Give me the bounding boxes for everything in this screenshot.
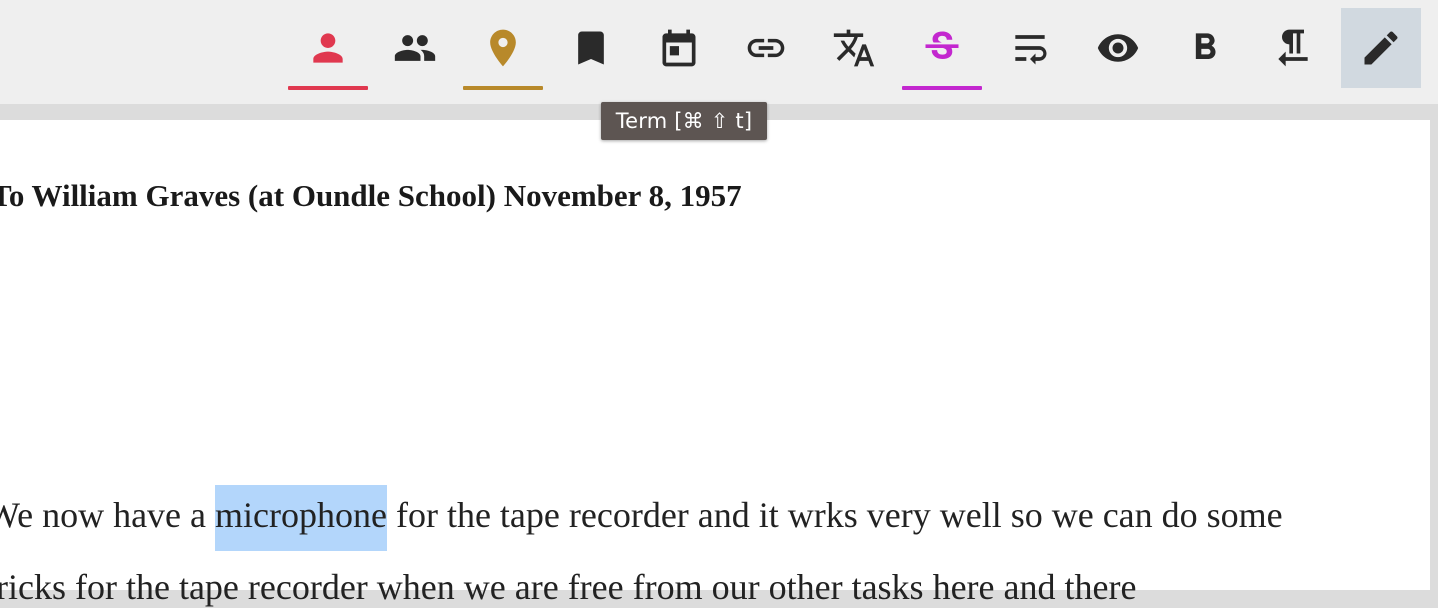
annotation-toolbar <box>0 0 1438 104</box>
paragraph-text-before: We now have a <box>0 495 216 535</box>
people-icon <box>394 35 436 61</box>
link-icon <box>747 38 785 58</box>
selected-text[interactable]: microphone <box>215 485 387 551</box>
wrap-tool-button[interactable] <box>990 8 1070 88</box>
letter-paragraph: We now have a microphone for the tape re… <box>0 485 1283 551</box>
term-tool-underline <box>902 86 982 90</box>
edit-tool-button[interactable] <box>1341 8 1421 88</box>
pencil-icon <box>1364 31 1398 65</box>
translate-tool-button[interactable] <box>814 8 894 88</box>
place-tool-underline <box>463 86 543 90</box>
bookmark-tool-button[interactable] <box>551 8 631 88</box>
paragraph-icon <box>1278 29 1308 67</box>
translate-icon <box>833 29 875 67</box>
bookmark-icon <box>578 31 604 65</box>
bold-tool-button[interactable] <box>1165 8 1245 88</box>
place-tool-button[interactable] <box>463 8 543 90</box>
person-tool-underline <box>288 86 368 90</box>
wrap-text-icon <box>1015 35 1047 65</box>
date-tool-button[interactable] <box>639 8 719 88</box>
calendar-icon <box>662 29 696 67</box>
preview-tool-button[interactable] <box>1078 8 1158 88</box>
person-tool-button[interactable] <box>288 8 368 90</box>
link-tool-button[interactable] <box>726 8 806 88</box>
place-icon <box>490 29 516 67</box>
paragraph-tool-button[interactable] <box>1253 8 1333 88</box>
strikethrough-icon <box>925 31 959 60</box>
letter-heading: To William Graves (at Oundle School) Nov… <box>0 178 742 213</box>
term-tooltip: Term [⌘ ⇧ t] <box>601 102 767 140</box>
term-tool-button[interactable] <box>902 8 982 90</box>
people-tool-button[interactable] <box>375 8 455 88</box>
eye-icon <box>1097 34 1139 62</box>
person-icon <box>313 33 343 63</box>
bold-icon <box>1195 33 1216 59</box>
letter-paragraph-next-line: tricks for the tape recorder when we are… <box>0 567 1137 607</box>
paragraph-text-after: for the tape recorder and it wrks very w… <box>386 495 1283 535</box>
